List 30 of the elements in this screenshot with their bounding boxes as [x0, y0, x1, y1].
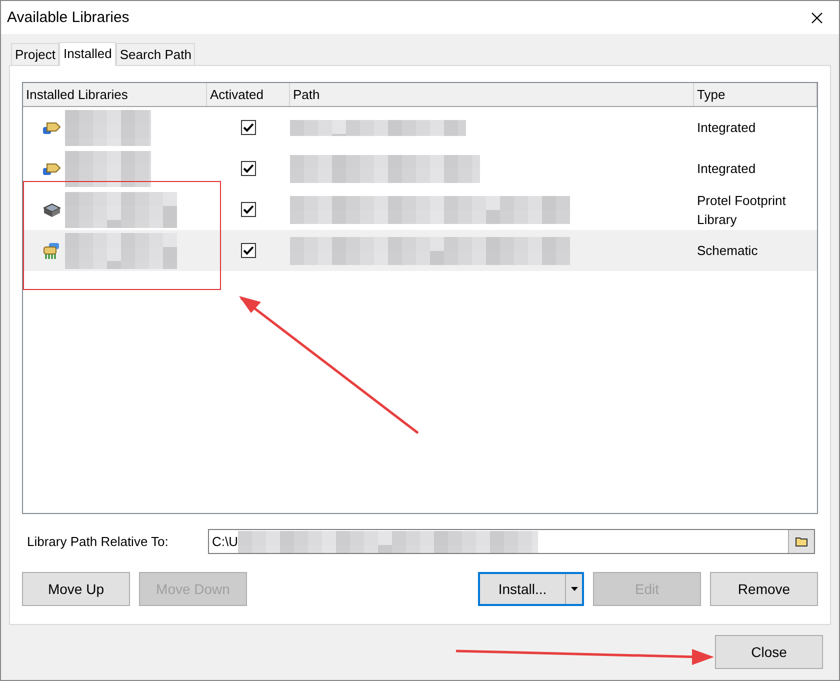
path-field[interactable]: C:\U	[208, 529, 815, 554]
field-label: Library Path Relative To:	[26, 534, 170, 549]
column-header[interactable]: Installed Libraries	[23, 83, 207, 106]
caret-icon[interactable]	[570, 587, 578, 591]
table-cell-text: Integrated	[696, 160, 757, 178]
window-title: Available Libraries	[7, 9, 130, 26]
library-tag-icon	[43, 162, 61, 176]
table-cell-text: Protel Footprint Library	[696, 192, 787, 228]
schematic-icon	[43, 242, 61, 260]
close-button[interactable]: Close	[715, 635, 823, 669]
checkbox[interactable]	[241, 120, 256, 135]
tab[interactable]: Installed	[59, 42, 116, 66]
action-button[interactable]: Remove	[710, 572, 818, 606]
chip-icon	[43, 202, 61, 218]
tab[interactable]: Project	[11, 43, 60, 65]
tab[interactable]: Search Path	[116, 43, 196, 65]
list-button[interactable]: Move Up	[22, 572, 130, 606]
folder-icon[interactable]	[788, 530, 814, 553]
close-icon[interactable]	[811, 12, 823, 24]
column-header[interactable]: Activated	[207, 83, 290, 106]
table-cell-text: Schematic	[696, 242, 759, 260]
install-split-button[interactable]: Install...	[478, 572, 584, 606]
checkbox[interactable]	[241, 202, 256, 217]
library-row[interactable]: Schematic	[23, 230, 817, 271]
column-header[interactable]: Path	[290, 83, 694, 106]
checkbox[interactable]	[241, 161, 256, 176]
table-cell-text: Integrated	[696, 119, 757, 137]
library-tag-icon	[43, 120, 61, 134]
checkbox[interactable]	[241, 243, 256, 258]
column-header[interactable]: Type	[694, 83, 817, 106]
